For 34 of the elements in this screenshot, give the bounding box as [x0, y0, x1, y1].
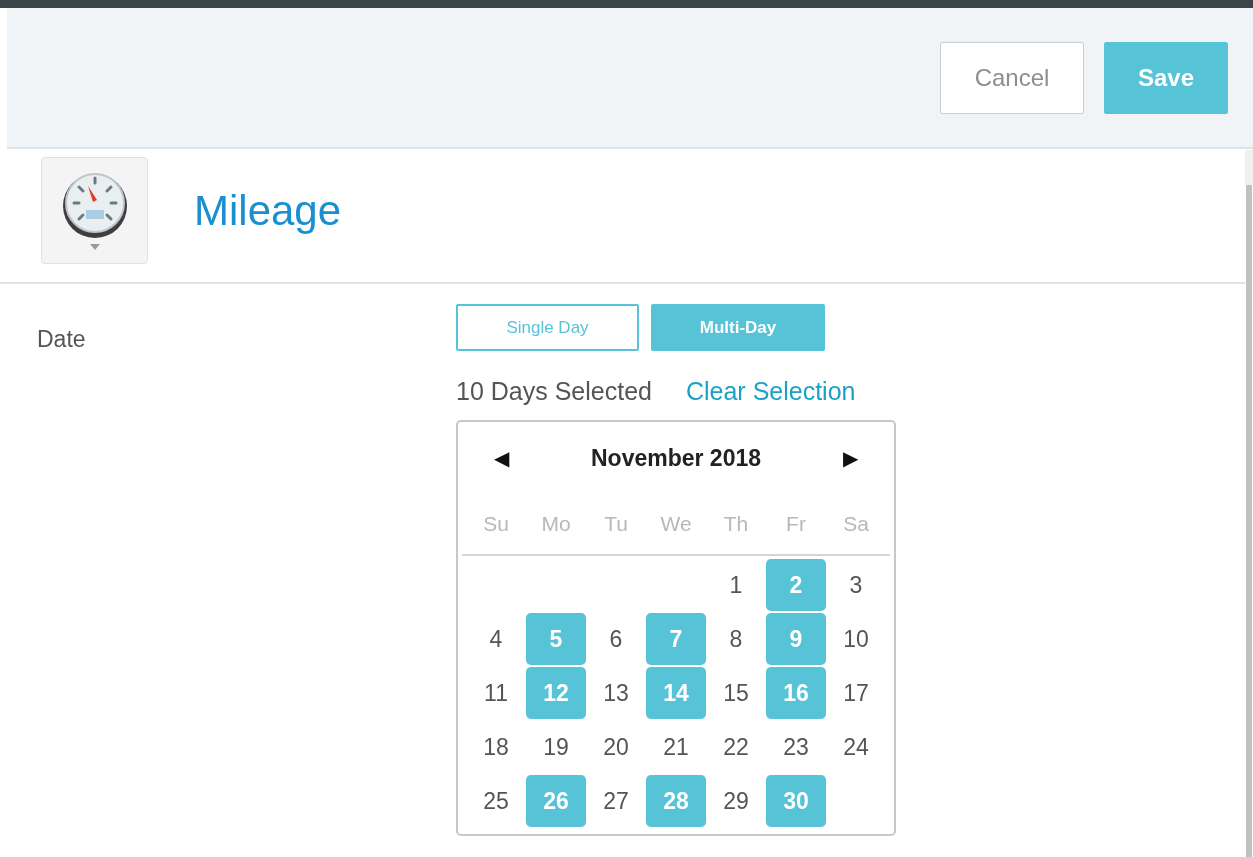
- calendar-day[interactable]: 25: [466, 775, 526, 827]
- calendar-day[interactable]: 29: [706, 775, 766, 827]
- calendar-day[interactable]: 23: [766, 721, 826, 773]
- calendar-day[interactable]: 10: [826, 613, 886, 665]
- weekday-label: We: [659, 511, 693, 537]
- previous-month-button[interactable]: ◀: [494, 446, 509, 470]
- field-label: Date: [37, 326, 86, 352]
- page-title: Mileage: [194, 186, 342, 235]
- next-month-button[interactable]: ▶: [843, 446, 858, 470]
- calendar-day[interactable]: 15: [706, 667, 766, 719]
- calendar-day[interactable]: 19: [526, 721, 586, 773]
- calendar-day[interactable]: 21: [646, 721, 706, 773]
- calendar-day[interactable]: 13: [586, 667, 646, 719]
- calendar-day[interactable]: 24: [826, 721, 886, 773]
- calendar-day[interactable]: 18: [466, 721, 526, 773]
- calendar-day[interactable]: 4: [466, 613, 526, 665]
- selection-count: 10 Days Selected: [456, 377, 652, 406]
- calendar-day[interactable]: 3: [826, 559, 886, 611]
- weekday-label: Th: [722, 511, 750, 537]
- month-title: November 2018: [590, 444, 761, 472]
- scrollbar-thumb[interactable]: [1246, 185, 1252, 857]
- calendar-day[interactable]: 1: [706, 559, 766, 611]
- calendar-day[interactable]: 8: [706, 613, 766, 665]
- calendar-day[interactable]: 22: [706, 721, 766, 773]
- calendar-day[interactable]: 6: [586, 613, 646, 665]
- weekday-label: Tu: [603, 511, 629, 537]
- calendar-day[interactable]: 17: [826, 667, 886, 719]
- weekday-label: Sa: [842, 511, 870, 537]
- calendar-day[interactable]: 27: [586, 775, 646, 827]
- calendar-day[interactable]: 11: [466, 667, 526, 719]
- weekday-label: Mo: [540, 511, 572, 537]
- weekday-label: Su: [482, 511, 510, 537]
- calendar-day[interactable]: 20: [586, 721, 646, 773]
- weekday-label: Fr: [785, 511, 807, 537]
